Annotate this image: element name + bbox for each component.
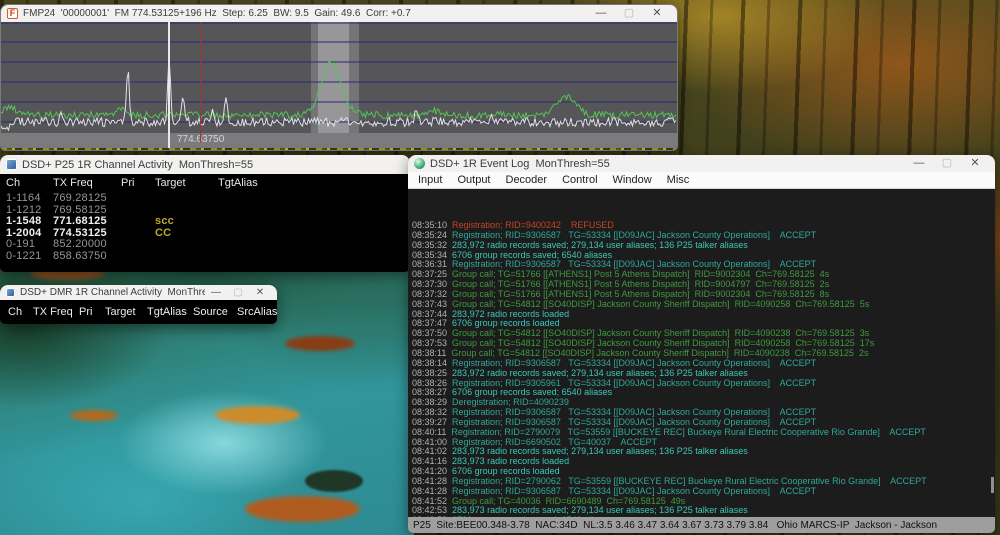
close-button[interactable]: ✕ — [249, 285, 271, 300]
dsdplus-globe-icon — [414, 158, 425, 169]
cell-tgtalias — [218, 193, 410, 205]
lake-leaf-cluster — [215, 406, 300, 424]
cell-pri — [121, 193, 155, 205]
fmp24-title: FMP24 '00000001' FM 774.53125+196 Hz Ste… — [23, 8, 411, 19]
cell-target — [155, 239, 218, 251]
lake-leaf-cluster — [285, 336, 355, 351]
cell-tgtalias — [218, 239, 410, 251]
event-log-menubar: Input Output Decoder Control Window Misc — [408, 172, 995, 189]
column-header: Target — [155, 176, 218, 193]
dmr-titlebar[interactable]: DSD+ DMR 1R Channel Activity MonThresh..… — [0, 285, 277, 300]
column-header: TX Freq — [53, 176, 121, 193]
dsdplus-app-icon — [6, 288, 15, 297]
column-header: Pri — [79, 306, 105, 318]
lake-leaf-cluster — [245, 496, 360, 522]
p25-channel-activity-window: DSD+ P25 1R Channel Activity MonThresh=5… — [0, 155, 410, 272]
lake-rock — [305, 470, 363, 492]
cell-pri — [121, 205, 155, 217]
event-log-title: DSD+ 1R Event Log MonThresh=55 — [430, 158, 610, 170]
dmr-channel-activity-window: DSD+ DMR 1R Channel Activity MonThresh..… — [0, 285, 277, 324]
tuning-marker-line — [168, 22, 170, 148]
dsdplus-app-icon — [6, 159, 17, 170]
cell-tgtalias — [218, 216, 410, 228]
cell-tgtalias — [218, 251, 410, 263]
maximize-button[interactable]: ▢ — [227, 285, 249, 300]
column-header: Ch — [6, 176, 53, 193]
cell-freq: 769.28125 — [53, 193, 121, 205]
event-log-titlebar[interactable]: DSD+ 1R Event Log MonThresh=55 — ▢ ✕ — [408, 155, 995, 172]
column-header: Source — [193, 306, 237, 318]
cell-target — [155, 251, 218, 263]
close-button[interactable]: ✕ — [643, 5, 671, 22]
column-header: TgtAlias — [218, 176, 410, 193]
p25-window-title: DSD+ P25 1R Channel Activity MonThresh=5… — [22, 159, 253, 171]
scrollbar-thumb[interactable] — [991, 477, 994, 493]
spectrum-display[interactable] — [1, 22, 677, 133]
fmp24-app-icon: F — [7, 8, 18, 19]
maximize-button[interactable]: ▢ — [933, 155, 961, 172]
cell-pri — [121, 216, 155, 228]
log-line: 08:42:58 6706 group records saved; 6540 … — [412, 516, 995, 517]
cell-ch: 0-1221 — [6, 251, 53, 263]
cell-target: CC — [155, 228, 218, 240]
p25-titlebar[interactable]: DSD+ P25 1R Channel Activity MonThresh=5… — [0, 155, 410, 174]
cell-tgtalias — [218, 205, 410, 217]
menu-item-misc[interactable]: Misc — [667, 174, 690, 186]
minimize-button[interactable]: — — [905, 155, 933, 172]
menu-item-control[interactable]: Control — [562, 174, 597, 186]
menu-item-input[interactable]: Input — [418, 174, 442, 186]
event-log-window: DSD+ 1R Event Log MonThresh=55 — ▢ ✕ Inp… — [408, 155, 995, 533]
column-header: TX Freq — [33, 306, 79, 318]
column-header: Target — [105, 306, 147, 318]
channel-row[interactable]: 0-1221858.63750 — [6, 251, 410, 263]
column-header: TgtAlias — [147, 306, 193, 318]
frequency-scale[interactable]: 774.63750 — [1, 133, 677, 148]
minimize-button[interactable]: — — [205, 285, 227, 300]
p25-channel-table: ChTX FreqPriTargetTgtAlias 1-1164769.281… — [0, 174, 410, 272]
status-bar: P25 Site:BEE00.348-3.78 NAC:34D NL:3.5 3… — [408, 517, 995, 533]
cell-pri — [121, 251, 155, 263]
cell-target — [155, 193, 218, 205]
p25-table-header: ChTX FreqPriTargetTgtAlias — [6, 176, 410, 193]
status-text: P25 Site:BEE00.348-3.78 NAC:34D NL:3.5 3… — [413, 520, 937, 531]
cursor-marker-line — [200, 22, 201, 142]
dmr-window-title: DSD+ DMR 1R Channel Activity MonThresh..… — [20, 287, 205, 298]
cell-pri — [121, 239, 155, 251]
spectrum-plot — [1, 22, 677, 133]
menu-item-decoder[interactable]: Decoder — [506, 174, 548, 186]
cell-freq: 858.63750 — [53, 251, 121, 263]
fmp24-window: F FMP24 '00000001' FM 774.53125+196 Hz S… — [0, 4, 678, 151]
close-button[interactable]: ✕ — [961, 155, 989, 172]
desktop: F FMP24 '00000001' FM 774.53125+196 Hz S… — [0, 0, 1000, 535]
event-log-lines: 08:35:10 Registration; RID=9400242 REFUS… — [408, 189, 995, 517]
fmp24-titlebar[interactable]: F FMP24 '00000001' FM 774.53125+196 Hz S… — [1, 5, 677, 22]
lake-leaf-cluster — [70, 410, 118, 421]
column-header: Pri — [121, 176, 155, 193]
menu-item-output[interactable]: Output — [457, 174, 490, 186]
column-header: Ch — [8, 306, 33, 318]
cell-pri — [121, 228, 155, 240]
dmr-table-header: ChTX FreqPriTargetTgtAliasSourceSrcAlias — [0, 300, 277, 324]
menu-item-window[interactable]: Window — [613, 174, 652, 186]
column-header: SrcAlias — [237, 306, 277, 318]
maximize-button[interactable]: ▢ — [615, 5, 643, 22]
channel-row[interactable]: 1-1164769.28125 — [6, 193, 410, 205]
waterfall-strip — [1, 148, 677, 150]
cell-ch: 1-1164 — [6, 193, 53, 205]
cell-tgtalias — [218, 228, 410, 240]
minimize-button[interactable]: — — [587, 5, 615, 22]
